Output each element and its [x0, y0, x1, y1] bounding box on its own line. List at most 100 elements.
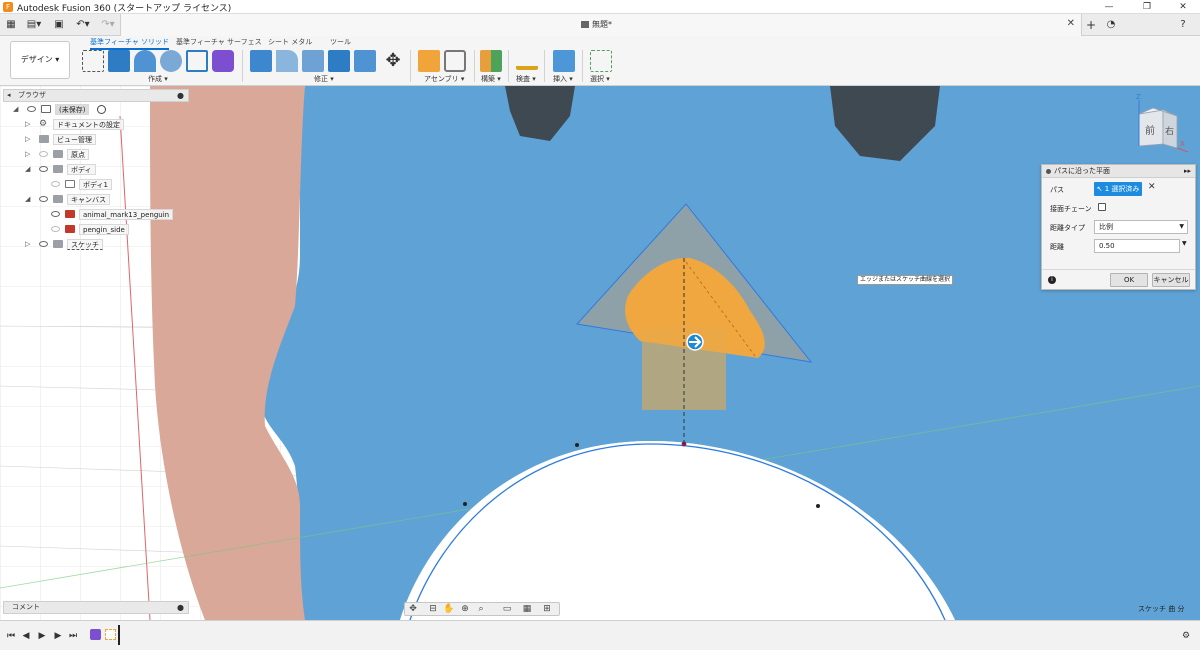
view-cube-front-face[interactable]: 前: [1145, 122, 1155, 137]
viewports-icon[interactable]: ⊞: [541, 604, 553, 615]
view-cube[interactable]: Z X 前 右: [1133, 93, 1189, 153]
view-cube-right-face[interactable]: 右: [1165, 124, 1174, 137]
restore-button[interactable]: ❐: [1130, 0, 1164, 14]
close-window-button[interactable]: ✕: [1166, 0, 1200, 14]
tangent-chain-checkbox[interactable]: [1098, 203, 1106, 211]
document-tab[interactable]: 無題* ✕: [120, 14, 1082, 36]
visibility-eye-icon[interactable]: [39, 166, 48, 172]
timeline-form-feature-icon[interactable]: [90, 629, 101, 640]
visibility-eye-icon[interactable]: [27, 106, 36, 112]
tab-sheet-metal[interactable]: シート メタル: [268, 37, 312, 47]
expand-arrow-icon[interactable]: ▷: [25, 147, 30, 162]
file-menu-icon[interactable]: ▤▾: [24, 17, 44, 33]
insert-group-label[interactable]: 挿入 ▾: [553, 74, 573, 84]
new-tab-button[interactable]: +: [1084, 17, 1098, 33]
expand-arrow-icon[interactable]: ▷: [25, 237, 30, 252]
browser-item-body1[interactable]: ボディ1: [3, 177, 189, 192]
zoom-icon[interactable]: ⊕: [459, 604, 471, 615]
create-group-label[interactable]: 作成 ▾: [148, 74, 168, 84]
pattern-icon[interactable]: [186, 50, 208, 72]
comments-panel[interactable]: コメント ●: [3, 601, 189, 614]
visibility-eye-icon[interactable]: [51, 226, 60, 232]
path-selection-button[interactable]: ↖ 1 選択済み: [1094, 182, 1142, 196]
tab-surface[interactable]: 基準フィーチャ サーフェス: [176, 37, 262, 47]
ok-button[interactable]: OK: [1110, 273, 1148, 287]
tab-solid[interactable]: 基準フィーチャ ソリッド: [90, 37, 170, 50]
browser-header[interactable]: ◂ ブラウザ ●: [3, 89, 189, 102]
distance-type-select[interactable]: 比例 ▼: [1094, 220, 1188, 234]
measure-icon[interactable]: [516, 56, 538, 70]
pan-hand-icon[interactable]: ✋: [443, 604, 455, 615]
help-icon[interactable]: ?: [1176, 17, 1190, 33]
joint-icon[interactable]: [444, 50, 466, 72]
browser-item-sketches[interactable]: ▷ スケッチ: [3, 237, 189, 252]
create-sketch-icon[interactable]: [82, 50, 104, 72]
browser-item-root[interactable]: ◢ (未保存): [3, 102, 189, 117]
browser-item-canvas-side[interactable]: pengin_side: [3, 222, 189, 237]
visibility-eye-icon[interactable]: [39, 151, 48, 157]
select-box-icon[interactable]: [590, 50, 612, 72]
browser-item-bodies[interactable]: ◢ ボディ: [3, 162, 189, 177]
visibility-eye-icon[interactable]: [39, 241, 48, 247]
inspect-group-label[interactable]: 検査 ▾: [516, 74, 536, 84]
press-pull-icon[interactable]: [250, 50, 272, 72]
save-icon[interactable]: ▣: [52, 17, 66, 33]
browser-item-document-settings[interactable]: ▷ ⚙ ドキュメントの設定: [3, 117, 189, 132]
dialog-expand-icon[interactable]: ▸▸: [1184, 165, 1191, 177]
dialog-header[interactable]: パスに沿った平面 ▸▸: [1042, 165, 1195, 178]
assemble-group-label[interactable]: アセンブリ ▾: [424, 74, 464, 84]
scale-icon[interactable]: [354, 50, 376, 72]
look-at-icon[interactable]: ⊟: [427, 604, 439, 615]
go-to-start-icon[interactable]: ⏮: [5, 630, 17, 642]
expand-arrow-icon[interactable]: ▷: [25, 117, 30, 132]
cancel-button[interactable]: キャンセル: [1152, 273, 1190, 287]
dialog-menu-icon[interactable]: [1046, 169, 1051, 174]
construct-group-label[interactable]: 構築 ▾: [481, 74, 501, 84]
browser-pin-icon[interactable]: ●: [177, 90, 184, 101]
hole-icon[interactable]: [160, 50, 182, 72]
workspace-switcher[interactable]: デザイン ▾: [10, 41, 70, 79]
clear-selection-icon[interactable]: ✕: [1148, 182, 1156, 192]
move-icon[interactable]: ✥: [382, 50, 404, 72]
combine-icon[interactable]: [328, 50, 350, 72]
select-group-label[interactable]: 選択 ▾: [590, 74, 610, 84]
construct-plane-icon[interactable]: [480, 50, 502, 72]
revolve-icon[interactable]: [134, 50, 156, 72]
visibility-eye-icon[interactable]: [51, 211, 60, 217]
timeline-settings-gear-icon[interactable]: ⚙: [1180, 630, 1192, 642]
timeline-marker[interactable]: [118, 625, 120, 645]
apps-grid-icon[interactable]: ▦: [4, 17, 18, 33]
tab-tools[interactable]: ツール: [330, 37, 351, 47]
browser-item-origin[interactable]: ▷ 原点: [3, 147, 189, 162]
close-tab-button[interactable]: ✕: [1067, 18, 1075, 29]
go-to-end-icon[interactable]: ⏭: [67, 630, 79, 642]
expand-arrow-icon[interactable]: ◢: [25, 162, 30, 177]
undo-icon[interactable]: ↶▾: [72, 17, 94, 33]
form-icon[interactable]: [212, 50, 234, 72]
activate-radio-icon[interactable]: [97, 105, 106, 114]
redo-icon[interactable]: ↷▾: [98, 17, 118, 33]
distance-input[interactable]: 0.50: [1094, 239, 1180, 253]
fillet-icon[interactable]: [276, 50, 298, 72]
distance-manipulator-arrow[interactable]: [686, 333, 704, 351]
browser-item-canvas-penguin[interactable]: animal_mark13_penguin: [3, 207, 189, 222]
visibility-eye-icon[interactable]: [39, 196, 48, 202]
extrude-icon[interactable]: [108, 50, 130, 72]
new-component-icon[interactable]: [418, 50, 440, 72]
timeline-sketch-feature-icon[interactable]: [105, 629, 116, 640]
shell-icon[interactable]: [302, 50, 324, 72]
browser-collapse-icon[interactable]: ◂: [7, 90, 11, 101]
display-settings-icon[interactable]: ▭: [501, 604, 513, 615]
expand-arrow-icon[interactable]: ▷: [25, 132, 30, 147]
browser-item-named-views[interactable]: ▷ ビュー管理: [3, 132, 189, 147]
visibility-eye-icon[interactable]: [51, 181, 60, 187]
info-icon[interactable]: i: [1048, 276, 1056, 284]
browser-item-canvases[interactable]: ◢ キャンバス: [3, 192, 189, 207]
fit-icon[interactable]: ⌕: [475, 604, 487, 615]
modify-group-label[interactable]: 修正 ▾: [314, 74, 334, 84]
play-icon[interactable]: ▶: [36, 630, 48, 642]
insert-image-icon[interactable]: [553, 50, 575, 72]
distance-dropdown-icon[interactable]: ▼: [1182, 240, 1187, 247]
expand-arrow-icon[interactable]: ◢: [13, 102, 18, 117]
step-forward-icon[interactable]: ▶: [52, 630, 64, 642]
